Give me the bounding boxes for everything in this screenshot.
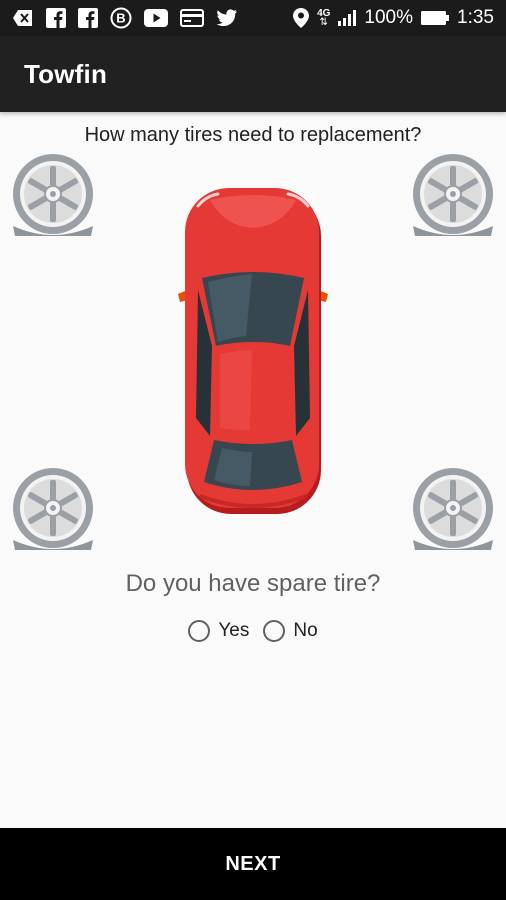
radio-yes-label: Yes (218, 620, 250, 641)
app-title: Towfin (24, 58, 108, 89)
facebook-icon (46, 8, 66, 28)
clock: 1:35 (457, 7, 494, 28)
radio-circle-yes[interactable] (188, 620, 211, 642)
battery-icon (421, 11, 450, 25)
car-top-view-image (172, 186, 334, 516)
youtube-icon (144, 9, 168, 27)
radio-circle-no[interactable] (263, 620, 286, 642)
radio-no-label: No (293, 620, 318, 641)
flat-tire-icon (412, 467, 494, 550)
signal-icon (338, 10, 357, 26)
spare-tire-radio-group: Yes No (0, 620, 506, 642)
twitter-icon (216, 9, 238, 27)
notification-icons: B (0, 7, 238, 29)
tire-front-right-button[interactable] (409, 152, 497, 236)
facebook-icon (78, 8, 98, 28)
back-arrow-icon (12, 9, 34, 27)
flat-tire-icon (412, 153, 494, 236)
flat-tire-icon (12, 467, 94, 550)
svg-text:B: B (116, 11, 125, 26)
b-circle-icon: B (110, 7, 132, 29)
tires-question: How many tires need to replacement? (84, 124, 422, 146)
tire-rear-left-button[interactable] (9, 466, 97, 550)
tire-rear-right-button[interactable] (409, 466, 497, 550)
next-button[interactable]: NEXT (0, 828, 506, 900)
radio-no[interactable]: No (263, 620, 318, 642)
network-4g-icon: 4G ⇅ (317, 8, 331, 28)
card-icon (180, 9, 204, 27)
app-bar: Towfin (0, 36, 506, 112)
flat-tire-icon (12, 153, 94, 236)
radio-yes[interactable]: Yes (188, 620, 249, 642)
battery-percent: 100% (364, 7, 414, 28)
spare-tire-question: Do you have spare tire? (125, 570, 381, 597)
status-bar: B 4G ⇅ 100% 1:35 (0, 0, 506, 36)
system-tray: 4G ⇅ 100% 1:35 (293, 7, 506, 29)
location-pin-icon (293, 8, 310, 28)
tire-front-left-button[interactable] (9, 152, 97, 236)
